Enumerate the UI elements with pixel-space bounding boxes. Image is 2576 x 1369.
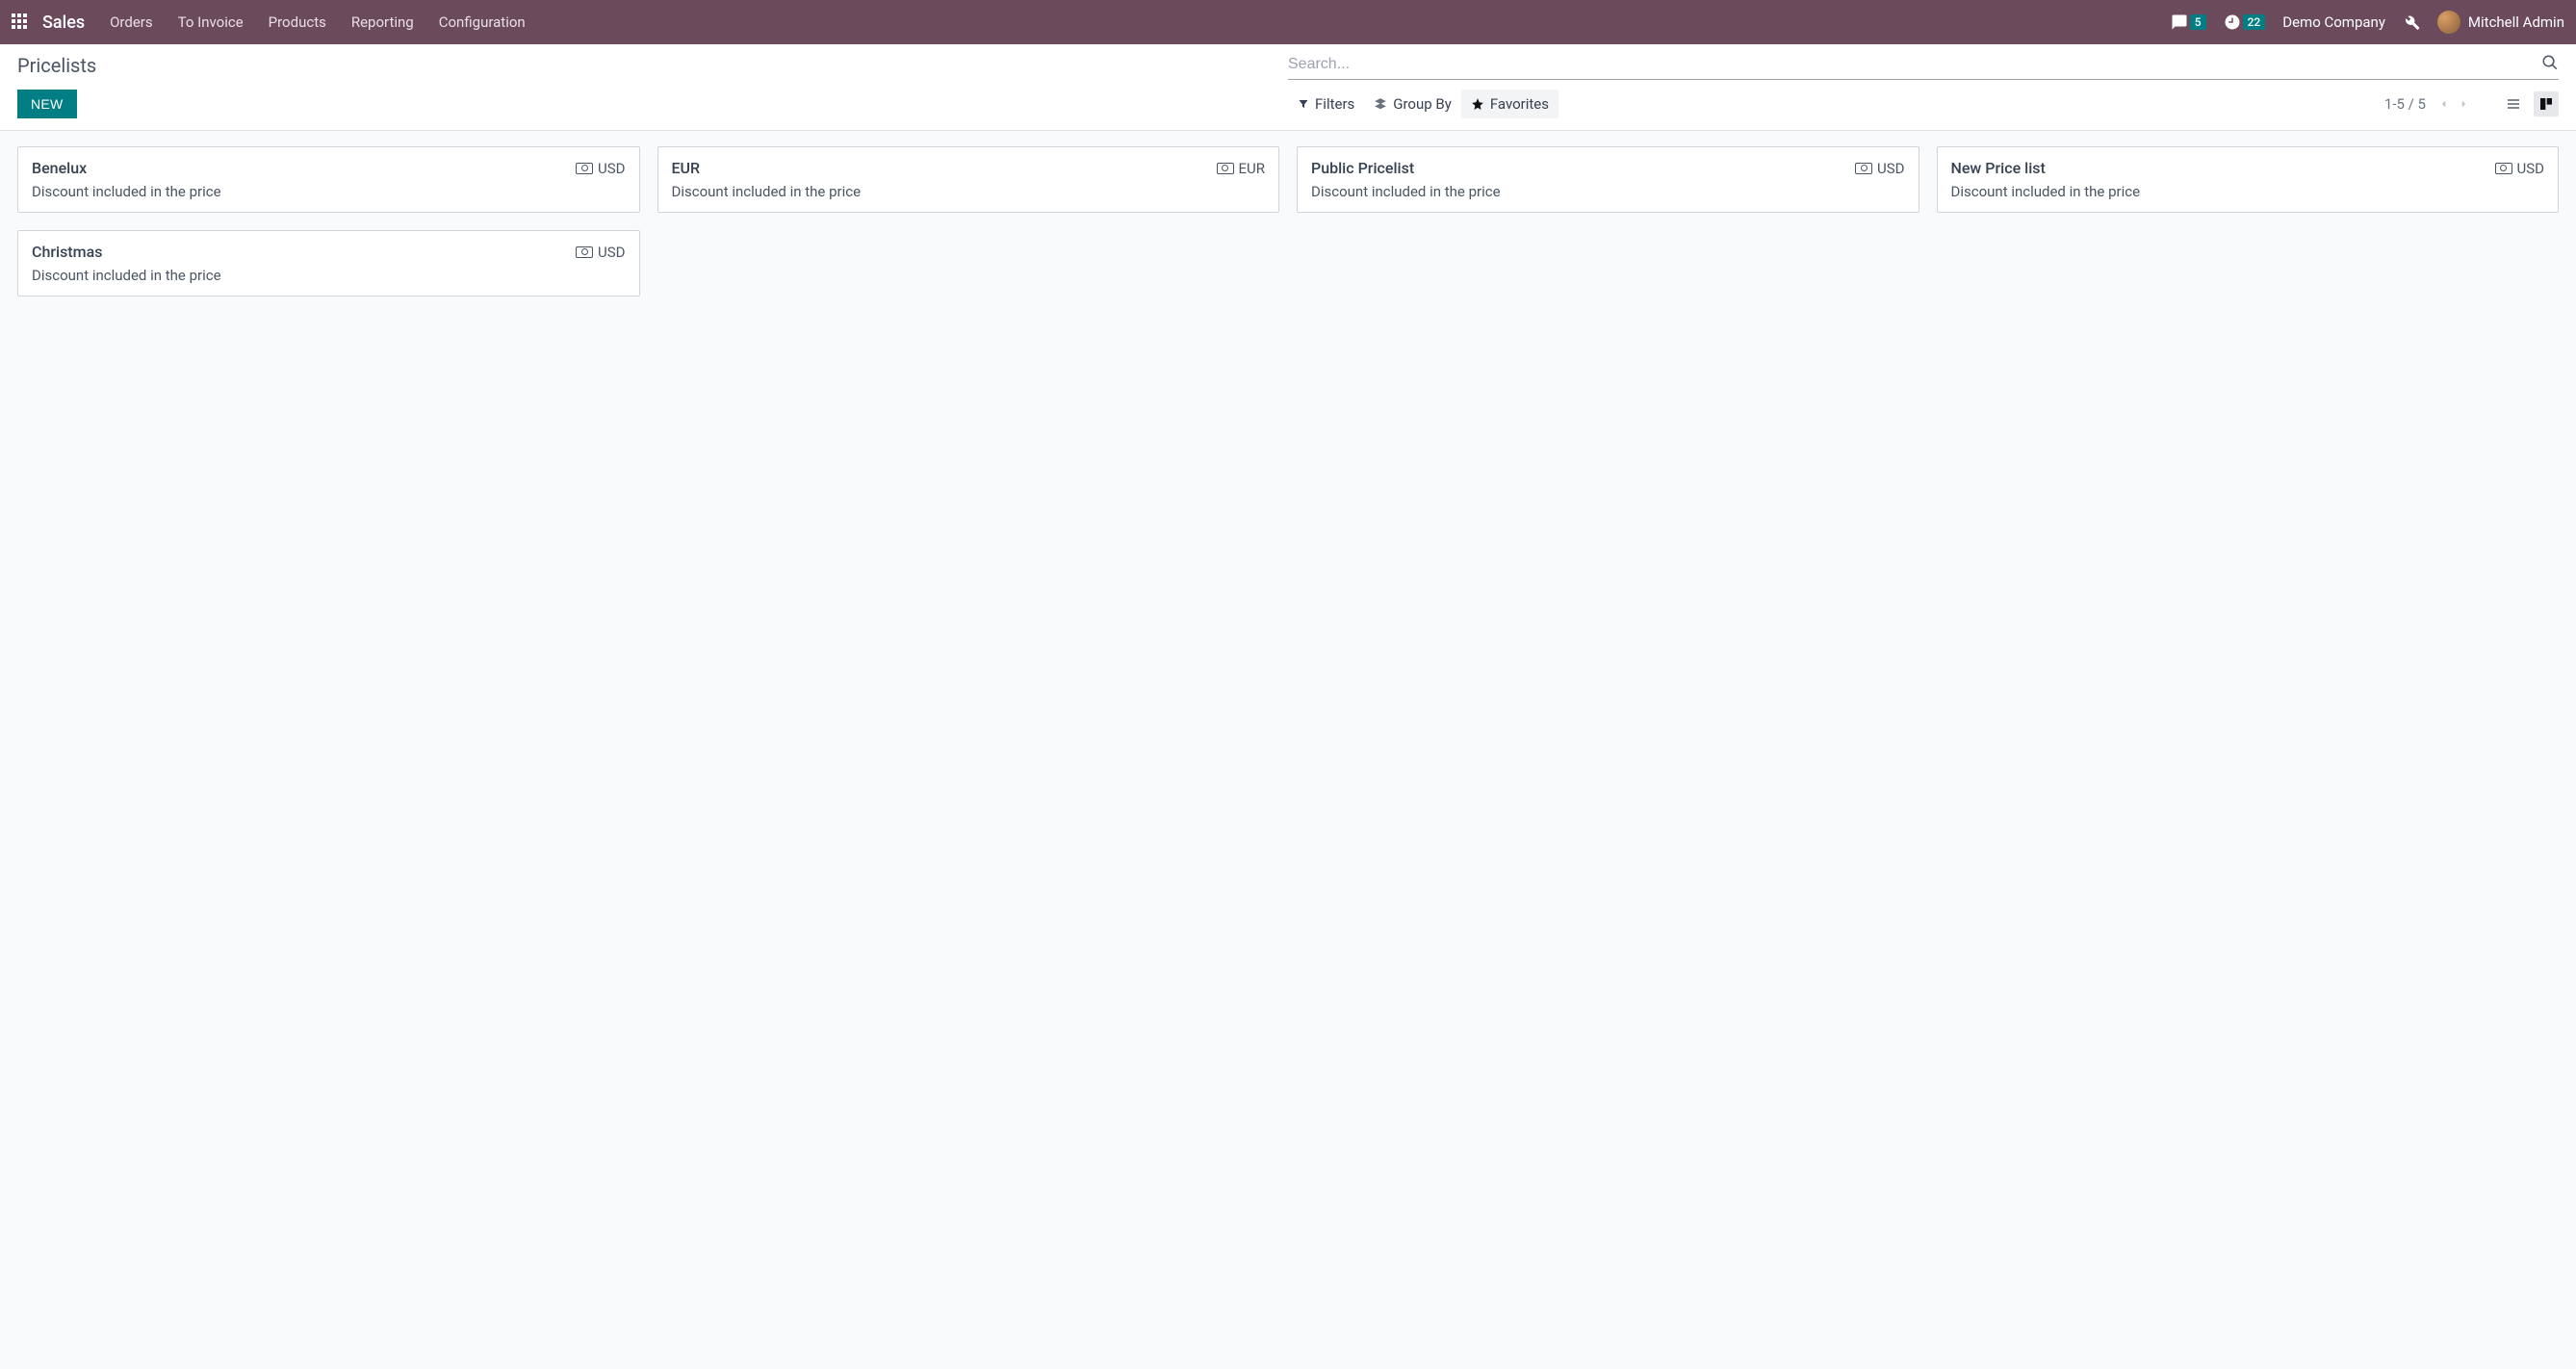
card-currency: USD [576,244,625,261]
card-description: Discount included in the price [1311,183,1905,200]
list-view-button[interactable] [2501,91,2526,116]
money-icon [1855,163,1872,174]
list-icon [2505,96,2522,112]
currency-code: EUR [1239,160,1266,177]
nav-to-invoice[interactable]: To Invoice [178,13,244,31]
card-header: Christmas USD [32,243,626,261]
pager-text: 1-5 / 5 [2384,95,2426,113]
card-header: EUR EUR [672,159,1266,177]
currency-code: USD [598,160,625,177]
card-name: Public Pricelist [1311,159,1414,177]
card-description: Discount included in the price [32,183,626,200]
nav-orders[interactable]: Orders [110,13,153,31]
layers-icon [1374,97,1387,111]
search-area [1288,54,2559,80]
card-header: Benelux USD [32,159,626,177]
main-navbar: Sales Orders To Invoice Products Reporti… [0,0,2576,44]
chat-icon [2171,13,2188,31]
nav-configuration[interactable]: Configuration [439,13,526,31]
card-name: Benelux [32,159,87,177]
currency-code: USD [1877,160,1904,177]
pricelist-card[interactable]: Benelux USD Discount included in the pri… [17,146,640,213]
chevron-left-icon[interactable] [2439,97,2449,111]
favorites-label: Favorites [1490,95,1549,113]
apps-icon[interactable] [12,13,29,31]
card-description: Discount included in the price [32,267,626,284]
card-currency: EUR [1217,160,1266,177]
money-icon [2495,163,2512,174]
currency-code: USD [2517,160,2544,177]
filters-button[interactable]: Filters [1288,90,1364,118]
page-title: Pricelists [17,54,96,77]
user-name: Mitchell Admin [2468,13,2564,31]
control-panel: Pricelists NEW Filters Group By Favor [0,44,2576,131]
activities-button[interactable]: 22 [2224,13,2266,31]
card-currency: USD [1855,160,1904,177]
card-description: Discount included in the price [672,183,1266,200]
card-header: New Price list USD [1951,159,2545,177]
nav-products[interactable]: Products [269,13,326,31]
pricelist-card[interactable]: Public Pricelist USD Discount included i… [1297,146,1919,213]
cp-toolbar: Filters Group By Favorites 1-5 / 5 [1288,90,2559,118]
discuss-button[interactable]: 5 [2171,13,2206,31]
card-name: New Price list [1951,159,2046,177]
money-icon [576,246,593,258]
groupby-button[interactable]: Group By [1364,90,1461,118]
view-switch [2501,91,2559,116]
pricelist-card[interactable]: New Price list USD Discount included in … [1937,146,2560,213]
money-icon [1217,163,1234,174]
company-switcher[interactable]: Demo Company [2282,13,2385,31]
pricelist-card[interactable]: EUR EUR Discount included in the price [657,146,1280,213]
pricelist-card[interactable]: Christmas USD Discount included in the p… [17,230,640,297]
discuss-badge: 5 [2190,14,2206,30]
search-input[interactable] [1288,56,2541,73]
chevron-right-icon[interactable] [2459,97,2468,111]
nav-reporting[interactable]: Reporting [351,13,414,31]
debug-button[interactable] [2403,13,2420,31]
clock-icon [2224,13,2241,31]
kanban-icon [2537,96,2555,112]
currency-code: USD [598,244,625,261]
card-header: Public Pricelist USD [1311,159,1905,177]
new-button[interactable]: NEW [17,90,77,118]
star-icon [1471,97,1484,111]
card-currency: USD [576,160,625,177]
filters-label: Filters [1315,95,1354,113]
pager: 1-5 / 5 [2384,91,2559,116]
favorites-button[interactable]: Favorites [1461,90,1558,118]
card-name: EUR [672,159,701,177]
activities-badge: 22 [2243,14,2266,30]
kanban-view-button[interactable] [2534,91,2559,116]
nav-left: Sales Orders To Invoice Products Reporti… [12,13,526,33]
money-icon [576,163,593,174]
card-currency: USD [2495,160,2544,177]
filter-icon [1298,98,1309,110]
nav-right: 5 22 Demo Company Mitchell Admin [2171,11,2564,34]
nav-menu: Orders To Invoice Products Reporting Con… [110,13,526,31]
cp-bottom: NEW Filters Group By Favorites 1-5 / 5 [17,90,2559,118]
card-name: Christmas [32,243,102,261]
groupby-label: Group By [1393,95,1452,113]
wrench-icon [2403,13,2420,31]
cp-top: Pricelists [17,54,2559,80]
avatar [2437,11,2460,34]
search-row [1288,54,2559,80]
kanban-view: Benelux USD Discount included in the pri… [0,131,2576,312]
search-icon[interactable] [2541,54,2559,75]
user-menu[interactable]: Mitchell Admin [2437,11,2564,34]
pager-arrows [2439,97,2468,111]
card-description: Discount included in the price [1951,183,2545,200]
app-brand[interactable]: Sales [42,13,85,33]
